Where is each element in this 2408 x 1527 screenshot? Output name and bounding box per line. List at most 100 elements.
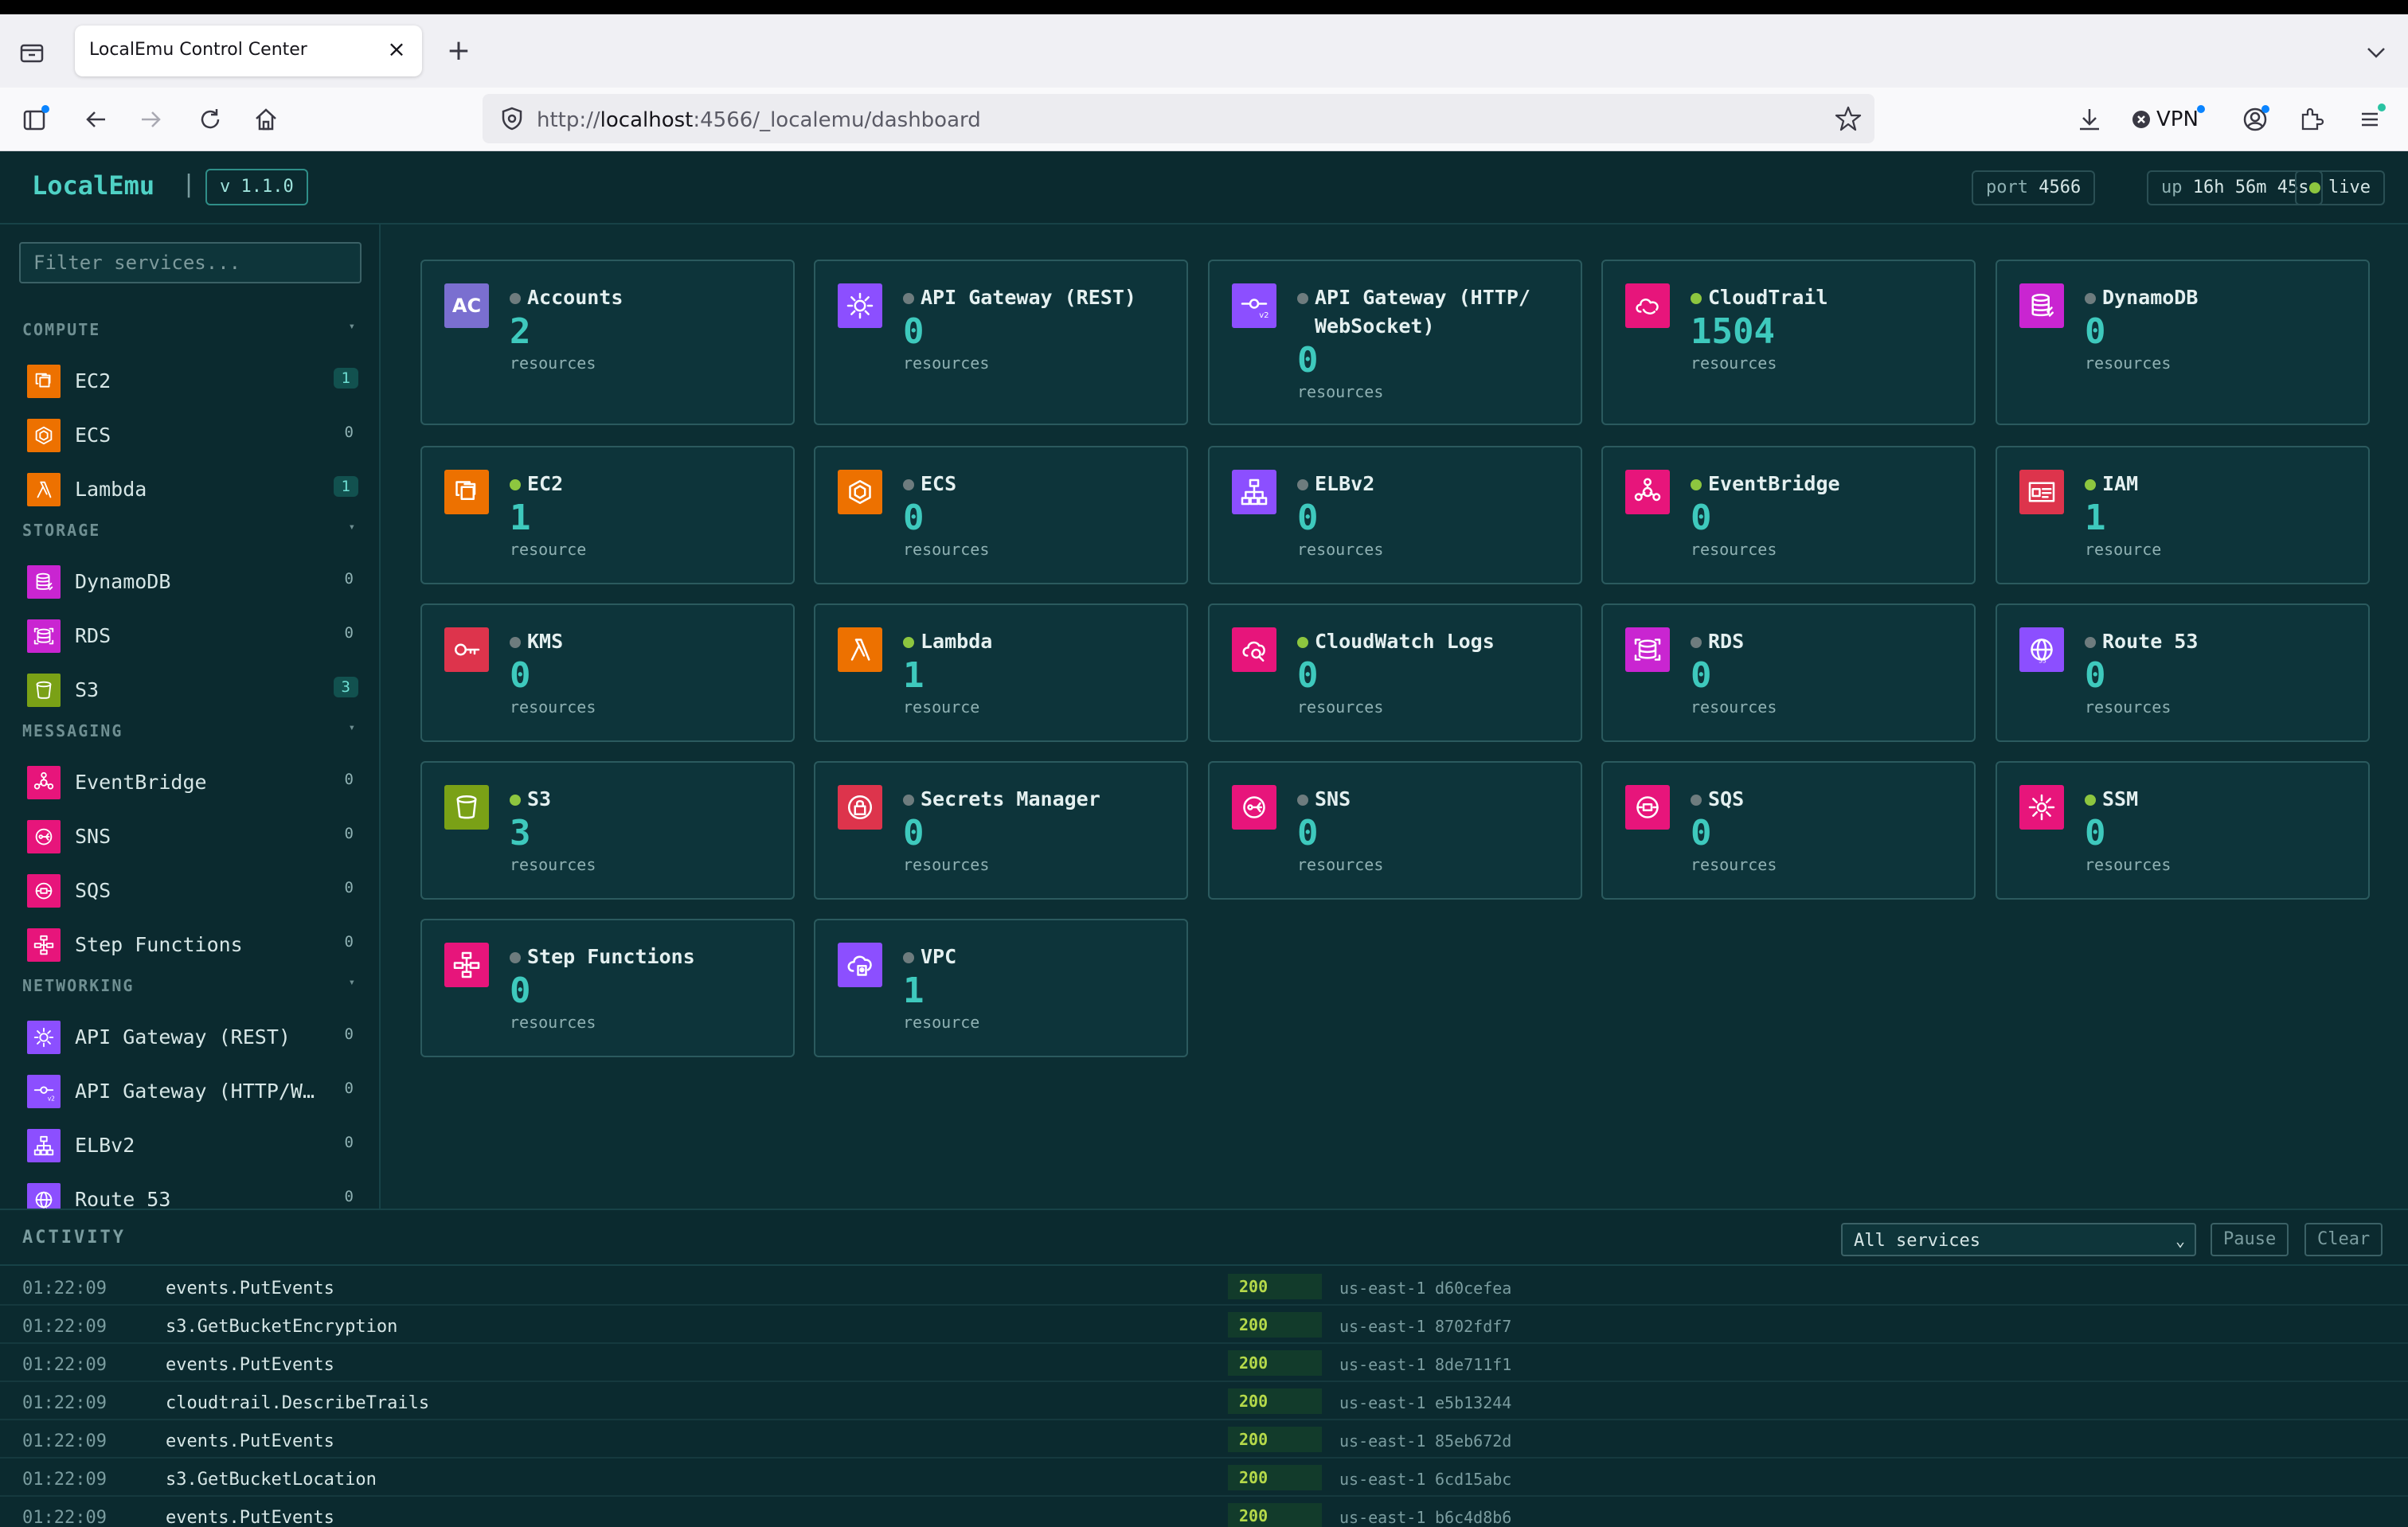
service-card-step-functions[interactable]: Step Functions 0 resources <box>420 919 795 1057</box>
service-card-api-gateway-http-websocket[interactable]: v2 API Gateway (HTTP/ WebSocket) 0 resource… <box>1208 260 1582 425</box>
service-card-accounts[interactable]: AC Accounts 2 resources <box>420 260 795 425</box>
sidebar-toggle-icon[interactable] <box>19 103 51 135</box>
caret-down-icon: ▾ <box>348 320 357 333</box>
new-tab-icon[interactable]: + <box>443 35 475 67</box>
brand-logo[interactable]: LocalEmu <box>32 170 154 201</box>
back-icon[interactable] <box>80 103 111 135</box>
service-name: API Gateway (HTTP/ WebSocket) <box>1315 286 1530 338</box>
live-status-badge: live <box>2295 170 2385 205</box>
service-card-eventbridge[interactable]: EventBridge 0 resources <box>1601 446 1976 584</box>
service-card-s3[interactable]: S3 3 resources <box>420 761 795 900</box>
url-bar[interactable]: http://localhost:4566/_localemu/dashboar… <box>483 94 1874 143</box>
sidebar-group-title: NETWORKING <box>22 976 135 995</box>
resource-count: 0 <box>2085 813 2106 853</box>
service-card-cloudtrail[interactable]: CloudTrail 1504 resources <box>1601 260 1976 425</box>
sidebar-item-api-gateway-http-w[interactable]: v2 API Gateway (HTTP/W… 0 <box>0 1064 379 1118</box>
resource-unit: resources <box>1297 540 1384 559</box>
resource-count: 0 <box>2085 655 2106 696</box>
service-card-elbv2[interactable]: ELBv2 0 resources <box>1208 446 1582 584</box>
activity-region: us-east-1 <box>1339 1279 1426 1298</box>
service-card-sns[interactable]: SNS 0 resources <box>1208 761 1582 900</box>
tab-list-chevron-icon[interactable] <box>2362 38 2390 67</box>
sidebar-item-rds[interactable]: RDS 0 <box>0 608 379 662</box>
tab-close-icon[interactable]: × <box>382 35 411 64</box>
service-name: RDS <box>1708 630 1745 653</box>
activity-row[interactable]: 01:22:09 s3.GetBucketLocation 200 us-east-1… <box>0 1459 2408 1497</box>
extensions-icon[interactable] <box>2295 103 2327 135</box>
activity-row[interactable]: 01:22:09 events.PutEvents 200 us-east-1 b6c4… <box>0 1497 2408 1527</box>
port-label: port <box>1986 178 2028 197</box>
service-card-cloudwatch-logs[interactable]: CloudWatch Logs 0 resources <box>1208 603 1582 742</box>
sidebar-item-s3[interactable]: S3 3 <box>0 662 379 717</box>
service-card-route-53[interactable]: 53 Route 53 0 resources <box>1996 603 2370 742</box>
sidebar-group-networking[interactable]: NETWORKING ▾ <box>22 976 357 1000</box>
url-text[interactable]: http://localhost:4566/_localemu/dashboar… <box>537 108 981 132</box>
sidebar-group-messaging[interactable]: MESSAGING ▾ <box>22 721 357 745</box>
sidebar-item-ecs[interactable]: ECS 0 <box>0 408 379 462</box>
service-card-api-gateway-rest[interactable]: API Gateway (REST) 0 resources <box>814 260 1188 425</box>
activity-status-badge: 200 <box>1228 1465 1322 1490</box>
bookmark-star-icon[interactable] <box>1833 103 1863 134</box>
shield-icon[interactable] <box>498 105 526 132</box>
sidebar-item-count: 0 <box>344 570 354 588</box>
clear-button[interactable]: Clear <box>2304 1223 2383 1256</box>
sidebar-item-route-53[interactable]: 53 Route 53 0 <box>0 1172 379 1209</box>
status-dot <box>903 293 914 304</box>
service-card-vpc[interactable]: VPC 1 resource <box>814 919 1188 1057</box>
browser-tab-active[interactable]: LocalEmu Control Center × <box>75 25 422 76</box>
activity-row[interactable]: 01:22:09 events.PutEvents 200 us-east-1 8de7… <box>0 1344 2408 1382</box>
sidebar-group-compute[interactable]: COMPUTE ▾ <box>22 320 357 344</box>
activity-status-badge: 200 <box>1228 1350 1322 1376</box>
activity-service-filter[interactable]: All services ⌄ <box>1841 1223 2196 1256</box>
service-card-sqs[interactable]: SQS 0 resources <box>1601 761 1976 900</box>
activity-time: 01:22:09 <box>22 1355 107 1375</box>
svg-text:53: 53 <box>2039 657 2046 664</box>
sidebar-item-sns[interactable]: SNS 0 <box>0 809 379 863</box>
activity-filter-value: All services <box>1854 1231 1980 1251</box>
activity-request-id: 8de711f1 <box>1435 1355 1512 1374</box>
service-card-lambda[interactable]: Lambda 1 resource <box>814 603 1188 742</box>
sidebar-item-lambda[interactable]: Lambda 1 <box>0 462 379 516</box>
downloads-icon[interactable] <box>2074 103 2105 135</box>
service-card-rds[interactable]: RDS 0 resources <box>1601 603 1976 742</box>
sidebar-item-api-gateway-rest[interactable]: API Gateway (REST) 0 <box>0 1010 379 1064</box>
service-card-kms[interactable]: KMS 0 resources <box>420 603 795 742</box>
activity-row[interactable]: 01:22:09 s3.GetBucketEncryption 200 us-east… <box>0 1306 2408 1344</box>
sidebar-item-sqs[interactable]: SQS 0 <box>0 863 379 917</box>
activity-request-id: 6cd15abc <box>1435 1470 1512 1489</box>
activity-row[interactable]: 01:22:09 cloudtrail.DescribeTrails 200 us-e… <box>0 1382 2408 1420</box>
tab-overview-icon[interactable] <box>18 38 46 67</box>
service-name: EC2 <box>527 472 564 495</box>
activity-row[interactable]: 01:22:09 events.PutEvents 200 us-east-1 d60c… <box>0 1267 2408 1306</box>
sidebar-item-ec2[interactable]: EC2 1 <box>0 353 379 408</box>
activity-status-badge: 200 <box>1228 1274 1322 1299</box>
filter-services-input[interactable] <box>19 242 362 283</box>
reload-icon[interactable] <box>194 103 226 135</box>
account-icon[interactable] <box>2239 103 2271 135</box>
service-card-ecs[interactable]: ECS 0 resources <box>814 446 1188 584</box>
system-top-strip <box>0 0 2408 14</box>
sidebar-item-dynamodb[interactable]: DynamoDB 0 <box>0 554 379 608</box>
service-card-secrets-manager[interactable]: Secrets Manager 0 resources <box>814 761 1188 900</box>
forward-icon[interactable] <box>135 103 167 135</box>
activity-row[interactable]: 01:22:09 events.PutEvents 200 us-east-1 85eb… <box>0 1420 2408 1459</box>
pause-button[interactable]: Pause <box>2211 1223 2289 1256</box>
stepfunctions-icon <box>27 928 61 962</box>
resource-count: 1 <box>903 970 924 1011</box>
resource-count: 0 <box>510 655 531 696</box>
service-card-ssm[interactable]: SSM 0 resources <box>1996 761 2370 900</box>
service-card-dynamodb[interactable]: DynamoDB 0 resources <box>1996 260 2370 425</box>
sidebar-item-step-functions[interactable]: Step Functions 0 <box>0 917 379 971</box>
sidebar-item-elbv2[interactable]: ELBv2 0 <box>0 1118 379 1172</box>
sidebar-item-eventbridge[interactable]: EventBridge 0 <box>0 755 379 809</box>
sidebar-group-storage[interactable]: STORAGE ▾ <box>22 521 357 545</box>
lambda-icon <box>838 627 882 672</box>
service-name: DynamoDB <box>2102 286 2199 309</box>
home-icon[interactable] <box>250 103 282 135</box>
vpn-button[interactable]: VPN <box>2131 105 2205 134</box>
service-card-ec2[interactable]: EC2 1 resource <box>420 446 795 584</box>
activity-request-id: 8702fdf7 <box>1435 1317 1512 1336</box>
service-name: API Gateway (REST) <box>921 286 1136 309</box>
service-card-iam[interactable]: IAM 1 resource <box>1996 446 2370 584</box>
menu-icon[interactable] <box>2354 103 2386 135</box>
